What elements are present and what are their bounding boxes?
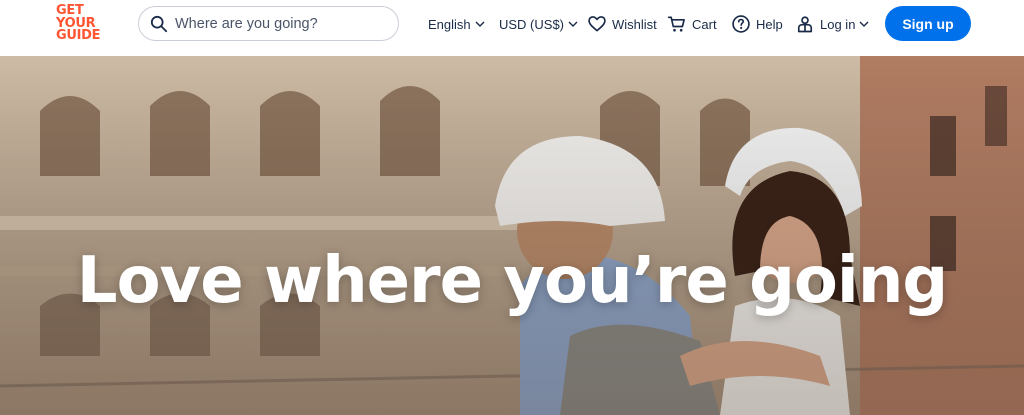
search-icon xyxy=(150,15,168,32)
chevron-down-icon xyxy=(859,21,869,27)
hero-headline: Love where you’re going xyxy=(76,244,948,318)
language-selector[interactable]: English xyxy=(428,13,485,35)
login-label: Log in xyxy=(820,16,856,32)
getyourguide-logo[interactable]: GET YOUR GUIDE xyxy=(56,4,102,45)
wishlist-label: Wishlist xyxy=(612,16,657,32)
signup-button[interactable]: Sign up xyxy=(885,6,971,41)
hero-background-image xyxy=(0,56,1024,415)
hero-banner: Love where you’re going xyxy=(0,56,1024,415)
chevron-down-icon xyxy=(568,21,578,27)
login-menu[interactable]: Log in xyxy=(795,13,869,35)
currency-selector[interactable]: USD (US$) xyxy=(499,13,578,35)
cart-icon xyxy=(667,16,685,32)
top-header: GET YOUR GUIDE English USD (US$) Wishlis… xyxy=(0,0,1024,56)
user-icon xyxy=(797,16,813,33)
search-input[interactable] xyxy=(175,15,390,32)
help-icon xyxy=(732,15,750,33)
help-label: Help xyxy=(756,16,783,32)
chevron-down-icon xyxy=(475,21,485,27)
currency-label: USD (US$) xyxy=(499,16,565,32)
logo-line-3: GUIDE xyxy=(56,28,101,43)
help-link[interactable]: Help xyxy=(731,13,783,35)
search-bar[interactable] xyxy=(138,6,399,41)
cart-link[interactable]: Cart xyxy=(667,13,717,35)
wishlist-link[interactable]: Wishlist xyxy=(587,13,657,35)
cart-label: Cart xyxy=(692,16,717,32)
heart-icon xyxy=(588,16,606,32)
language-label: English xyxy=(428,16,471,32)
